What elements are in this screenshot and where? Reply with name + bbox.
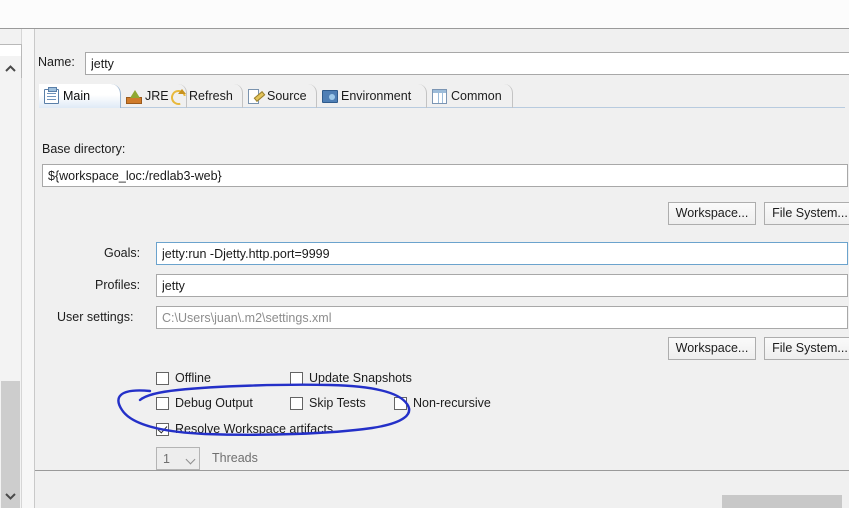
tab-bar: Main JRE Refresh Source Environment Comm… (39, 84, 845, 108)
user-settings-file-system-button[interactable]: File System... (764, 337, 849, 360)
checkbox-update-snapshots-label: Update Snapshots (309, 371, 412, 385)
threads-spinner[interactable]: 1 (156, 447, 200, 470)
name-input[interactable] (85, 52, 849, 75)
document-icon (44, 89, 59, 104)
launch-config-panel: Name: Main JRE Refresh Source (35, 29, 849, 508)
name-row: Name: (35, 52, 849, 74)
checkbox-non-recursive[interactable]: Non-recursive (394, 396, 491, 410)
goals-input[interactable] (156, 242, 848, 265)
tab-common-label: Common (451, 89, 502, 103)
user-settings-label: User settings: (57, 310, 133, 324)
jre-icon (126, 89, 141, 104)
tab-main[interactable]: Main (39, 84, 121, 108)
checkbox-skip-tests-label: Skip Tests (309, 396, 366, 410)
window-top-strip (0, 0, 849, 29)
checkbox-debug-output-box[interactable] (156, 397, 169, 410)
source-icon (248, 89, 263, 104)
main-tab-panel: Base directory: Workspace... File System… (39, 108, 849, 508)
base-directory-file-system-button[interactable]: File System... (764, 202, 849, 225)
refresh-icon (170, 89, 185, 104)
checkbox-offline-box[interactable] (156, 372, 169, 385)
chevron-down-icon[interactable] (186, 455, 196, 465)
scroll-up-arrow-icon[interactable] (0, 58, 21, 78)
user-settings-workspace-button[interactable]: Workspace... (668, 337, 756, 360)
base-directory-input[interactable] (42, 164, 848, 187)
tab-environment-label: Environment (341, 89, 411, 103)
environment-icon (322, 89, 337, 104)
checkbox-non-recursive-box[interactable] (394, 397, 407, 410)
threads-label: Threads (212, 451, 258, 465)
checkbox-offline[interactable]: Offline (156, 371, 211, 385)
tab-main-label: Main (63, 89, 90, 103)
profiles-input[interactable] (156, 274, 848, 297)
checkbox-debug-output[interactable]: Debug Output (156, 396, 253, 410)
checkbox-debug-output-label: Debug Output (175, 396, 253, 410)
checkbox-update-snapshots[interactable]: Update Snapshots (290, 371, 412, 385)
checkbox-resolve-workspace-artifacts-label: Resolve Workspace artifacts (175, 422, 333, 436)
maven-launch-configuration-dialog: Name: Main JRE Refresh Source (0, 0, 849, 508)
tab-refresh-label: Refresh (189, 89, 233, 103)
checkbox-resolve-workspace-artifacts[interactable]: Resolve Workspace artifacts (156, 422, 333, 436)
panel-divider (22, 29, 35, 508)
threads-value: 1 (163, 452, 170, 466)
user-settings-input[interactable] (156, 306, 848, 329)
base-directory-label: Base directory: (42, 142, 125, 156)
checkbox-resolve-workspace-artifacts-box[interactable] (156, 423, 169, 436)
checkbox-offline-label: Offline (175, 371, 211, 385)
checkbox-skip-tests-box[interactable] (290, 397, 303, 410)
window-top-strip-inner (0, 0, 849, 28)
tab-common[interactable]: Common (427, 84, 513, 108)
scroll-down-arrow-icon[interactable] (0, 486, 21, 506)
tab-refresh[interactable]: Refresh (165, 84, 243, 108)
tab-source[interactable]: Source (243, 84, 317, 108)
bottom-grey-bar[interactable] (722, 495, 842, 508)
tab-environment[interactable]: Environment (317, 84, 427, 108)
vertical-scrollbar[interactable] (0, 56, 21, 508)
goals-label: Goals: (104, 246, 140, 260)
name-label: Name: (38, 55, 75, 69)
checkbox-update-snapshots-box[interactable] (290, 372, 303, 385)
checkbox-skip-tests[interactable]: Skip Tests (290, 396, 366, 410)
table-icon (432, 89, 447, 104)
checkbox-non-recursive-label: Non-recursive (413, 396, 491, 410)
tab-source-label: Source (267, 89, 307, 103)
base-directory-workspace-button[interactable]: Workspace... (668, 202, 756, 225)
profiles-label: Profiles: (95, 278, 140, 292)
